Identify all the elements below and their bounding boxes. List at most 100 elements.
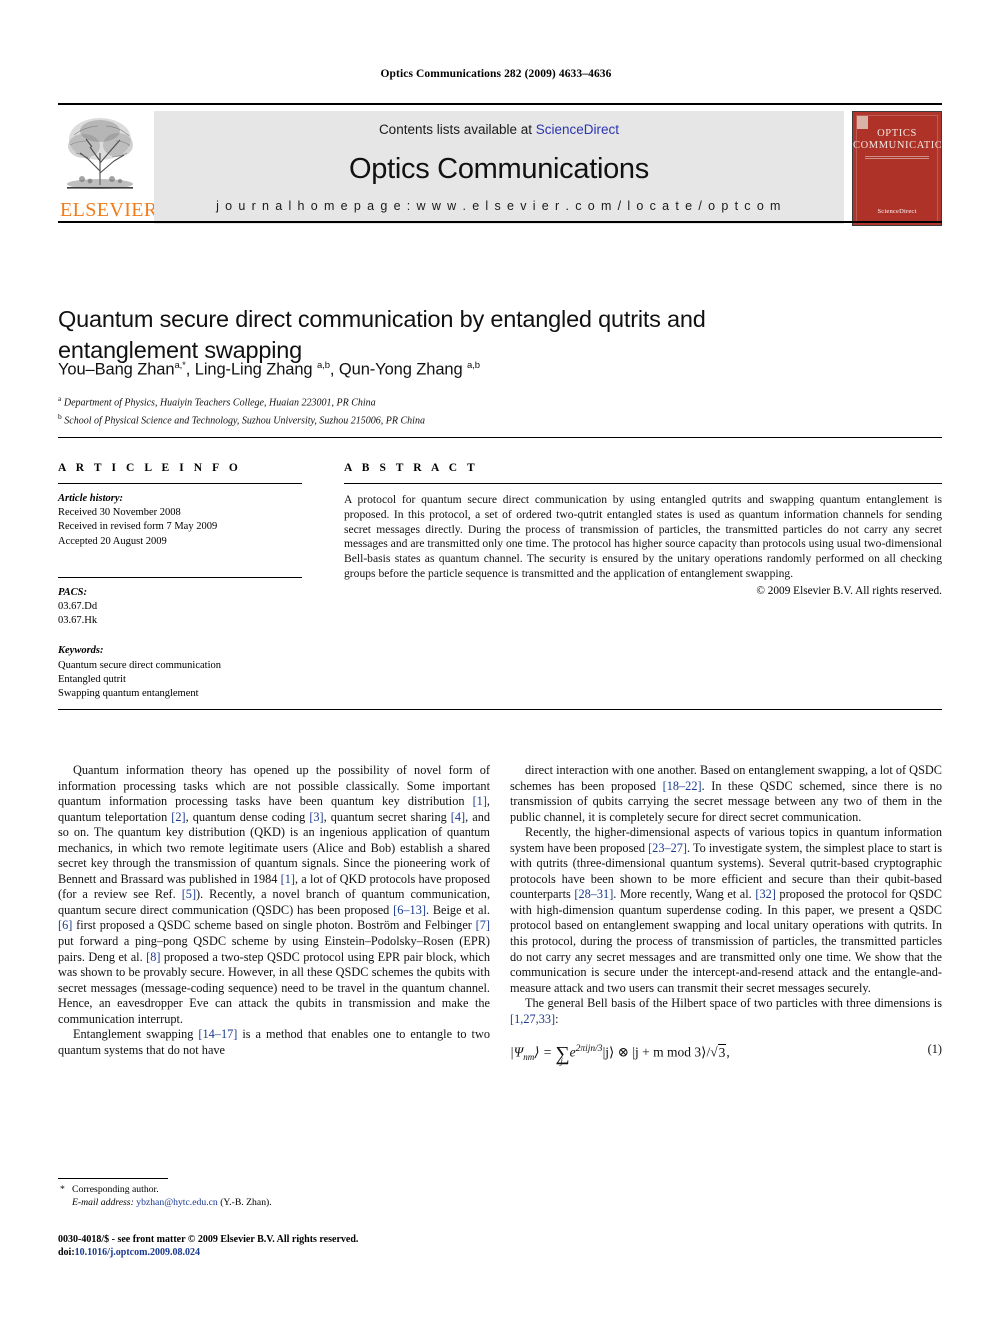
- running-head: Optics Communications 282 (2009) 4633–46…: [380, 68, 612, 80]
- keywords-block: Keywords: Quantum secure direct communic…: [58, 644, 302, 701]
- equation-lhs-close: ⟩ =: [534, 1044, 556, 1060]
- history-item: Received 30 November 2008: [58, 507, 181, 519]
- paragraph: Recently, the higher-dimensional aspects…: [510, 825, 942, 996]
- paragraph-text: , quantum dense coding: [185, 809, 310, 824]
- body-column-left: Quantum information theory has opened up…: [58, 763, 490, 1058]
- paragraph-text: The general Bell basis of the Hilbert sp…: [525, 996, 942, 1011]
- pacs-rule: [58, 576, 302, 578]
- citation-ref[interactable]: [2]: [171, 810, 185, 824]
- paragraph-text: . Beige et al.: [425, 902, 490, 917]
- citation-ref[interactable]: [1,27,33]: [510, 1012, 555, 1026]
- paragraph-text: , quantum secret sharing: [323, 809, 451, 824]
- equation-lhs: |Ψ: [510, 1044, 524, 1060]
- article-history-label: Article history:: [58, 493, 124, 504]
- article-info-rule: [58, 483, 302, 484]
- summation-icon: ∑ j: [555, 1044, 569, 1066]
- equation-lhs-subscript: nm: [523, 1052, 535, 1063]
- abstract-rule: [344, 483, 942, 484]
- contents-available-line: Contents lists available at ScienceDirec…: [154, 122, 844, 137]
- pacs-label: PACS:: [58, 586, 87, 598]
- paragraph-text: :: [555, 1011, 559, 1026]
- citation-ref[interactable]: [28–31]: [574, 887, 613, 901]
- equation-exponent: 2πijn/3: [575, 1044, 603, 1055]
- paragraph: Entanglement swapping [14–17] is a metho…: [58, 1027, 490, 1058]
- email-link[interactable]: ybzhan@hytc.edu.cn: [136, 1197, 218, 1208]
- cover-sciencedirect-badge: ScienceDirect: [877, 208, 917, 215]
- affiliation-marker-a: a: [58, 394, 62, 403]
- keyword-item: Entangled qutrit: [58, 673, 126, 685]
- equation-trailer: ,: [726, 1044, 730, 1060]
- pacs-item: 03.67.Hk: [58, 615, 98, 627]
- equation-1-expression: |Ψnm⟩ = ∑ j e2πijn/3|j⟩ ⊗ |j + m mod 3⟩/√3…: [510, 1042, 928, 1066]
- email-note: E-mail address: ybzhan@hytc.edu.cn (Y.-B…: [58, 1197, 490, 1210]
- equation-1-number: (1): [927, 1042, 942, 1057]
- paragraph-text: first proposed a QSDC scheme based on si…: [72, 918, 476, 933]
- elsevier-wordmark: ELSEVIER: [60, 199, 158, 221]
- paragraph-text: Quantum information theory has opened up…: [58, 763, 490, 809]
- affiliation-marker-b: b: [58, 411, 62, 421]
- footnote-block: * Corresponding author. E-mail address: …: [58, 1178, 490, 1209]
- citation-ref[interactable]: [4]: [451, 810, 465, 824]
- contents-prefix: Contents lists available at: [378, 122, 536, 137]
- article-history: Article history: Received 30 November 20…: [58, 492, 302, 549]
- email-label: E-mail address:: [72, 1196, 134, 1208]
- keyword-item: Swapping quantum entanglement: [58, 688, 199, 700]
- doi-label: doi:: [58, 1247, 75, 1258]
- cover-footer: ScienceDirect: [853, 208, 941, 216]
- body-column-right: direct interaction with one another. Bas…: [510, 763, 942, 1066]
- affiliations: a Department of Physics, Huaiyin Teacher…: [58, 392, 818, 428]
- citation-ref[interactable]: [5]: [182, 887, 196, 901]
- citation-ref[interactable]: [6–13]: [393, 903, 426, 917]
- abstract-text: A protocol for quantum secure direct com…: [344, 493, 943, 580]
- keywords-label: Keywords:: [58, 645, 104, 657]
- citation-ref[interactable]: [3]: [309, 810, 323, 824]
- abstract-heading: A B S T R A C T: [344, 462, 479, 474]
- affiliation-b-text: School of Physical Science and Technolog…: [64, 415, 425, 427]
- abstract-copyright: © 2009 Elsevier B.V. All rights reserved…: [756, 584, 942, 597]
- journal-masthead: ELSEVIER Contents lists available at Sci…: [58, 103, 942, 226]
- elsevier-tree-icon: [62, 113, 140, 199]
- keyword-item: Quantum secure direct communication: [58, 659, 221, 671]
- journal-cover-thumbnail[interactable]: OPTICS COMMUNICATIONS ScienceDirect: [852, 111, 942, 226]
- elsevier-logo-block: ELSEVIER: [58, 111, 158, 221]
- affiliation-a: a Department of Physics, Huaiyin Teacher…: [58, 392, 818, 410]
- abstract-column: A B S T R A C T A protocol for quantum s…: [344, 462, 942, 597]
- title-divider: [58, 221, 942, 223]
- cover-subtitle-lines: [865, 156, 929, 161]
- corresponding-author-note: * Corresponding author.: [58, 1184, 490, 1197]
- history-item: Received in revised form 7 May 2009: [58, 521, 218, 533]
- citation-ref[interactable]: [1]: [473, 794, 487, 808]
- doi-link[interactable]: 10.1016/j.optcom.2009.08.024: [75, 1247, 200, 1258]
- article-info-heading: A R T I C L E I N F O: [58, 462, 242, 474]
- page-footer: 0030-4018/$ - see front matter © 2009 El…: [58, 1233, 528, 1259]
- sciencedirect-link[interactable]: ScienceDirect: [536, 122, 619, 137]
- journal-banner: Contents lists available at ScienceDirec…: [154, 111, 844, 224]
- affiliation-b: b School of Physical Science and Technol…: [58, 410, 818, 428]
- journal-homepage[interactable]: j o u r n a l h o m e p a g e : w w w . …: [154, 199, 844, 213]
- sqrt-icon: √3: [710, 1043, 727, 1060]
- citation-ref[interactable]: [1]: [281, 872, 295, 886]
- doi-line: doi:10.1016/j.optcom.2009.08.024: [58, 1246, 528, 1259]
- citation-ref[interactable]: [23–27]: [648, 841, 687, 855]
- citation-ref[interactable]: [6]: [58, 918, 72, 932]
- citation-ref[interactable]: [8]: [146, 950, 160, 964]
- paragraph: The general Bell basis of the Hilbert sp…: [510, 996, 942, 1027]
- paragraph-text: Entanglement swapping: [73, 1027, 199, 1042]
- paragraph: Quantum information theory has opened up…: [58, 763, 490, 1027]
- citation-ref[interactable]: [14–17]: [198, 1027, 237, 1041]
- citation-ref[interactable]: [18–22]: [663, 779, 702, 793]
- author-list: You–Bang Zhana,*, Ling-Ling Zhang a,b, Q…: [58, 360, 480, 379]
- journal-name: Optics Communications: [349, 153, 649, 185]
- pacs-item: 03.67.Dd: [58, 601, 98, 613]
- footnote-divider: [58, 1178, 168, 1179]
- citation-ref[interactable]: [7]: [476, 918, 490, 932]
- article-info-column: A R T I C L E I N F O Article history: R…: [58, 462, 302, 701]
- cover-title: OPTICS COMMUNICATIONS: [853, 128, 941, 152]
- cover-title-line1: OPTICS: [877, 128, 917, 139]
- paper-page: Optics Communications 282 (2009) 4633–46…: [0, 0, 992, 1323]
- citation-ref[interactable]: [32]: [755, 887, 776, 901]
- issn-copyright-line: 0030-4018/$ - see front matter © 2009 El…: [58, 1234, 359, 1245]
- email-attribution: (Y.-B. Zhan).: [220, 1196, 272, 1208]
- cover-title-line2: COMMUNICATIONS: [853, 140, 942, 151]
- pacs-block: PACS: 03.67.Dd 03.67.Hk: [58, 586, 302, 629]
